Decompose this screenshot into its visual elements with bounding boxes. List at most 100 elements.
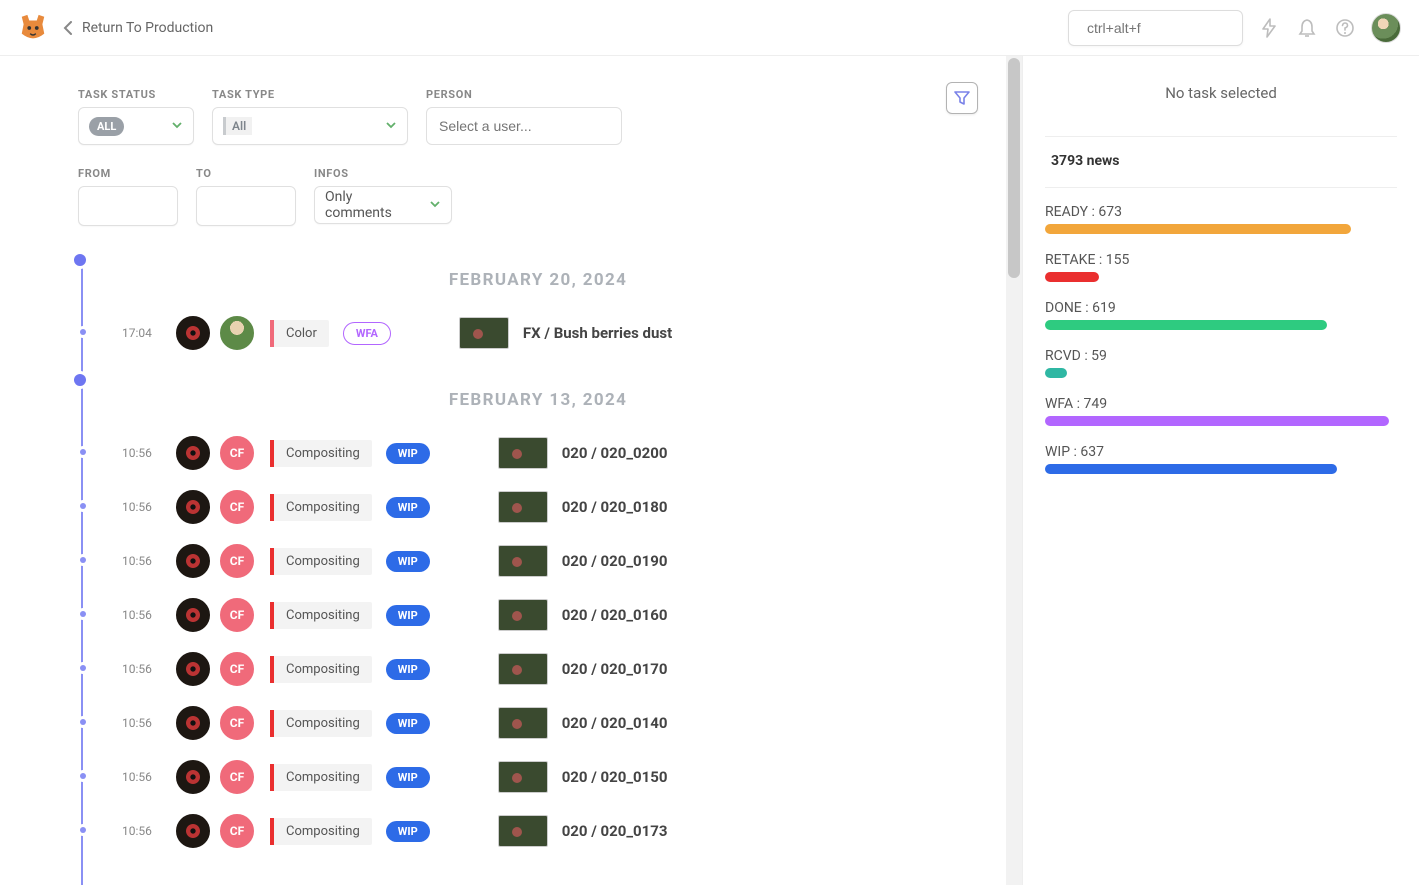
bot-avatar[interactable] xyxy=(174,434,212,472)
scrollbar[interactable] xyxy=(1006,56,1022,885)
user-avatar-initials[interactable]: CF xyxy=(218,758,256,796)
stat-block[interactable]: RCVD : 59 xyxy=(1045,348,1397,378)
entry-thumbnail[interactable] xyxy=(498,491,548,523)
back-to-production[interactable]: Return To Production xyxy=(62,20,213,36)
scrollbar-thumb[interactable] xyxy=(1008,58,1020,278)
timeline-entry[interactable]: 10:56CFCompositingWIP020 / 020_0140 xyxy=(82,704,994,742)
status-badge[interactable]: WIP xyxy=(386,821,430,842)
stat-block[interactable]: READY : 673 xyxy=(1045,204,1397,234)
timeline-entry-node xyxy=(80,449,86,455)
entry-title[interactable]: 020 / 020_0200 xyxy=(562,444,668,462)
user-avatar-initials[interactable]: CF xyxy=(218,812,256,850)
entry-thumbnail[interactable] xyxy=(498,707,548,739)
entry-title[interactable]: 020 / 020_0173 xyxy=(562,822,668,840)
task-type-pill[interactable]: Compositing xyxy=(270,764,372,791)
entry-thumbnail[interactable] xyxy=(498,653,548,685)
entry-title[interactable]: 020 / 020_0160 xyxy=(562,606,668,624)
filter-from[interactable] xyxy=(78,186,178,226)
filter-button[interactable] xyxy=(946,82,978,114)
timeline-entry[interactable]: 10:56CFCompositingWIP020 / 020_0200 xyxy=(82,434,994,472)
task-type-pill[interactable]: Compositing xyxy=(270,656,372,683)
filter-infos[interactable]: Only comments xyxy=(314,186,452,224)
task-type-pill[interactable]: Compositing xyxy=(270,818,372,845)
entry-avatars xyxy=(174,314,256,352)
filter-task-type[interactable]: All xyxy=(212,107,408,145)
timeline: FEBRUARY 20, 202417:04ColorWFAFX / Bush … xyxy=(78,248,994,850)
stat-label: WFA : 749 xyxy=(1045,396,1397,412)
bot-avatar[interactable] xyxy=(174,704,212,742)
user-avatar-initials[interactable]: CF xyxy=(218,596,256,634)
bell-icon[interactable] xyxy=(1295,16,1319,40)
bot-avatar[interactable] xyxy=(174,758,212,796)
entry-title[interactable]: 020 / 020_0140 xyxy=(562,714,668,732)
help-icon[interactable] xyxy=(1333,16,1357,40)
user-avatar-initials[interactable]: CF xyxy=(218,704,256,742)
timeline-entry[interactable]: 17:04ColorWFAFX / Bush berries dust xyxy=(82,314,994,352)
entry-thumbnail[interactable] xyxy=(498,815,548,847)
task-type-pill[interactable]: Color xyxy=(270,320,329,347)
user-avatar-initials[interactable]: CF xyxy=(218,488,256,526)
status-badge[interactable]: WIP xyxy=(386,605,430,626)
news-count: 3793 news xyxy=(1045,153,1397,169)
filter-person[interactable] xyxy=(426,107,622,145)
user-avatar-initials[interactable]: CF xyxy=(218,434,256,472)
bot-avatar[interactable] xyxy=(174,650,212,688)
timeline-entry[interactable]: 10:56CFCompositingWIP020 / 020_0190 xyxy=(82,542,994,580)
filter-to[interactable] xyxy=(196,186,296,226)
status-badge[interactable]: WIP xyxy=(386,767,430,788)
task-type-pill[interactable]: Compositing xyxy=(270,440,372,467)
entry-thumbnail[interactable] xyxy=(459,317,509,349)
task-type-pill[interactable]: Compositing xyxy=(270,548,372,575)
user-avatar-initials[interactable]: CF xyxy=(218,650,256,688)
user-avatar-initials[interactable]: CF xyxy=(218,542,256,580)
timeline-entry[interactable]: 10:56CFCompositingWIP020 / 020_0170 xyxy=(82,650,994,688)
entry-avatars: CF xyxy=(174,758,256,796)
timeline-entry[interactable]: 10:56 CF Compositing WIP 020 / 020_0160 xyxy=(82,596,994,634)
status-badge[interactable]: WIP xyxy=(386,713,430,734)
bot-avatar[interactable] xyxy=(174,812,212,850)
timeline-entry[interactable]: 10:56CFCompositingWIP020 / 020_0180 xyxy=(82,488,994,526)
main-feed: TASK STATUS ALL TASK TYPE All xyxy=(50,56,1022,885)
app-logo[interactable] xyxy=(18,13,48,43)
status-badge[interactable]: WIP xyxy=(386,497,430,518)
timeline-entry-node xyxy=(80,827,86,833)
entry-title[interactable]: 020 / 020_0190 xyxy=(562,552,668,570)
entry-thumbnail[interactable] xyxy=(498,437,548,469)
bot-avatar[interactable] xyxy=(174,596,212,634)
right-panel-title: No task selected xyxy=(1045,84,1397,102)
stat-bar xyxy=(1045,464,1337,474)
user-avatar-photo[interactable] xyxy=(218,314,256,352)
task-type-pill[interactable]: Compositing xyxy=(270,602,372,629)
search-box[interactable] xyxy=(1068,10,1243,46)
status-badge[interactable]: WFA xyxy=(343,322,391,345)
entry-title[interactable]: 020 / 020_0180 xyxy=(562,498,668,516)
status-badge[interactable]: WIP xyxy=(386,443,430,464)
timeline-entry-node xyxy=(80,719,86,725)
bot-avatar[interactable] xyxy=(174,488,212,526)
bot-avatar[interactable] xyxy=(174,314,212,352)
timeline-entry[interactable]: 10:56 CF Compositing WIP 020 / 020_0150 xyxy=(82,758,994,796)
entry-thumbnail[interactable] xyxy=(498,761,548,793)
timeline-entry[interactable]: 10:56CFCompositingWIP020 / 020_0173 xyxy=(82,812,994,850)
chevron-left-icon xyxy=(62,21,74,35)
stat-block[interactable]: WFA : 749 xyxy=(1045,396,1397,426)
stat-block[interactable]: DONE : 619 xyxy=(1045,300,1397,330)
entry-title[interactable]: FX / Bush berries dust xyxy=(523,324,672,342)
bot-avatar[interactable] xyxy=(174,542,212,580)
entry-title[interactable]: 020 / 020_0170 xyxy=(562,660,668,678)
bolt-icon[interactable] xyxy=(1257,16,1281,40)
task-type-pill[interactable]: Compositing xyxy=(270,494,372,521)
filter-task-status[interactable]: ALL xyxy=(78,107,194,145)
entry-time: 10:56 xyxy=(122,608,160,622)
entry-thumbnail[interactable] xyxy=(498,545,548,577)
user-avatar[interactable] xyxy=(1371,13,1401,43)
entry-thumbnail[interactable] xyxy=(498,599,548,631)
search-input[interactable] xyxy=(1087,20,1268,36)
status-badge[interactable]: WIP xyxy=(386,551,430,572)
entry-title[interactable]: 020 / 020_0150 xyxy=(562,768,668,786)
stat-block[interactable]: WIP : 637 xyxy=(1045,444,1397,474)
entry-time: 10:56 xyxy=(122,770,160,784)
task-type-pill[interactable]: Compositing xyxy=(270,710,372,737)
status-badge[interactable]: WIP xyxy=(386,659,430,680)
stat-block[interactable]: RETAKE : 155 xyxy=(1045,252,1397,282)
